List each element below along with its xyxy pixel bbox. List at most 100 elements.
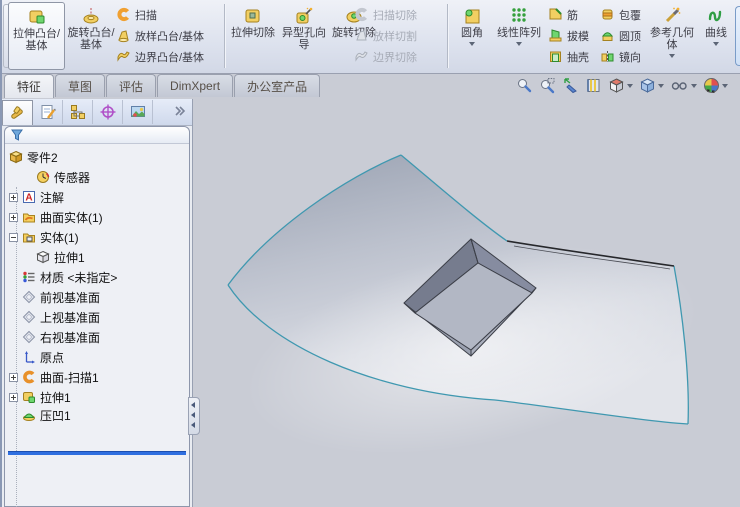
draft-button[interactable]: 拔模 [548,25,598,46]
command-manager-ribbon: 拉伸凸台/基体 旋转凸台/基体 扫描 放样凸台/基体 边界凸台/基体 拉伸切除 [2,0,740,74]
tree-item-indent1[interactable]: 压凹1 [9,405,71,425]
tab-propertymanager[interactable] [33,100,63,124]
rib-icon [549,8,562,20]
extruded-cut-button[interactable]: 拉伸切除 [228,2,278,70]
tree-root-part[interactable]: 零件2 [9,147,58,167]
button-label: 边界凸台/基体 [135,51,205,64]
dome-button[interactable]: 圆顶 [600,25,648,46]
tab-label: DimXpert [170,79,221,93]
button-label: 放样切割 [373,30,417,43]
expand-plus-icon[interactable] [9,212,18,222]
mirror-button[interactable]: 镜向 [600,46,648,67]
chevrons-right-icon [175,106,186,116]
dropdown-arrow-icon[interactable] [627,84,633,88]
cut-stack: 扫描切除 放样切割 边界切除 [354,4,446,67]
reference-geometry-button[interactable]: 参考几何体 [648,2,696,70]
tab-dimxpertmanager[interactable] [93,100,123,124]
dropdown-arrow-icon[interactable] [469,42,475,46]
tab-features[interactable]: 特征 [4,74,55,98]
appearance-ball-icon [704,77,719,93]
edit-appearance-button[interactable] [703,77,728,94]
indent-feature-icon [23,413,35,421]
dropdown-arrow-icon[interactable] [691,84,697,88]
tree-item-material[interactable]: 材质 <未指定> [9,267,117,287]
expand-minus-icon[interactable] [9,232,18,242]
curves-button[interactable]: 曲线 [698,2,734,70]
feature-stack-1: 筋 拔模 抽壳 [548,4,598,67]
sweep-button[interactable]: 扫描 [116,4,222,25]
wrap-button[interactable]: 包覆 [600,4,648,25]
previous-view-button[interactable] [562,77,579,94]
section-view-button[interactable] [585,77,602,94]
revolved-boss-base-button[interactable]: 旋转凸台/基体 [65,2,117,70]
button-label: 镜向 [619,51,641,64]
expand-plus-icon[interactable] [9,192,18,202]
tree-item-annotations[interactable]: A 注解 [9,187,64,207]
dropdown-arrow-icon[interactable] [669,54,675,58]
tree-item-top-plane[interactable]: 上视基准面 [9,307,100,327]
next-group-partial-button[interactable] [735,6,740,66]
swept-cut-button-disabled: 扫描切除 [354,4,446,25]
surface-sweep-icon [23,370,35,384]
featuremanager-panel: 零件2 传感器 A 注解 曲面实体(1) 实体(1) 拉伸1 材质 <未指定> … [2,99,200,507]
button-label: 抽壳 [567,51,589,64]
commandmanager-tabs: 特征 草图 评估 DimXpert 办公室产品 [4,74,321,98]
view-orientation-button[interactable] [608,77,633,94]
tab-displaymanager[interactable] [123,100,153,124]
tree-item-surface-sweep1[interactable]: 曲面-扫描1 [9,367,99,387]
tree-item-solid-body-extrude1[interactable]: 拉伸1 [23,247,85,267]
tree-item-label: 前视基准面 [40,290,101,305]
tab-configurationmanager[interactable] [63,100,93,124]
tab-dimxpert[interactable]: DimXpert [157,74,234,97]
zoom-to-area-button[interactable] [539,77,556,94]
panel-tabs-overflow-button[interactable] [174,103,186,121]
tab-featuremanager-design-tree[interactable] [2,99,33,125]
zoom-to-fit-button[interactable] [516,77,533,94]
hide-show-items-button[interactable] [670,77,697,94]
material-icon [23,271,35,283]
rollback-bar[interactable] [8,451,186,455]
dropdown-arrow-icon[interactable] [713,42,719,46]
expand-plus-icon[interactable] [9,372,18,382]
ribbon-separator [224,4,225,68]
lofted-cut-icon [356,30,367,41]
tab-office-products[interactable]: 办公室产品 [234,74,321,97]
tab-sketch[interactable]: 草图 [55,74,106,97]
boundary-cut-icon [355,51,368,62]
fillet-button[interactable]: 圆角 [450,2,494,70]
lofted-boss-button[interactable]: 放样凸台/基体 [116,25,222,46]
extruded-boss-base-button[interactable]: 拉伸凸台/基体 [8,2,65,70]
plane-icon [22,310,36,324]
shell-button[interactable]: 抽壳 [548,46,598,67]
tree-item-right-plane[interactable]: 右视基准面 [9,327,100,347]
tree-item-label: 压凹1 [40,408,71,423]
hole-wizard-button[interactable]: 异型孔向导 [278,2,330,70]
tab-label: 特征 [17,80,42,94]
tree-item-front-plane[interactable]: 前视基准面 [9,287,100,307]
view-orientation-icon [609,77,624,93]
tree-item-solid-bodies[interactable]: 实体(1) [9,227,79,247]
button-label: 线性阵列 [497,27,541,39]
panel-splitter-handle[interactable] [188,397,200,435]
tree-item-sensors[interactable]: 传感器 [23,167,90,187]
expand-plus-icon[interactable] [9,392,18,402]
sensors-icon [37,171,50,183]
ribbon-separator [447,4,448,68]
boundary-boss-button[interactable]: 边界凸台/基体 [116,46,222,67]
dropdown-arrow-icon[interactable] [658,84,664,88]
linear-pattern-button[interactable]: 线性阵列 [494,2,544,70]
button-label: 边界切除 [373,51,417,64]
tree-item-extrude1[interactable]: 拉伸1 [9,387,71,407]
tree-item-label: 曲面-扫描1 [40,370,99,385]
button-label: 筋 [567,9,578,22]
display-style-button[interactable] [639,77,664,94]
tree-filter-bar[interactable] [5,127,189,144]
dropdown-arrow-icon[interactable] [516,42,522,46]
rib-button[interactable]: 筋 [548,4,598,25]
origin-icon [25,351,35,364]
tree-item-origin[interactable]: 原点 [9,347,64,367]
surface-bodies-folder-icon [23,213,35,223]
dropdown-arrow-icon[interactable] [722,84,728,88]
tab-evaluate[interactable]: 评估 [106,74,157,97]
tree-item-surface-bodies[interactable]: 曲面实体(1) [9,207,103,227]
